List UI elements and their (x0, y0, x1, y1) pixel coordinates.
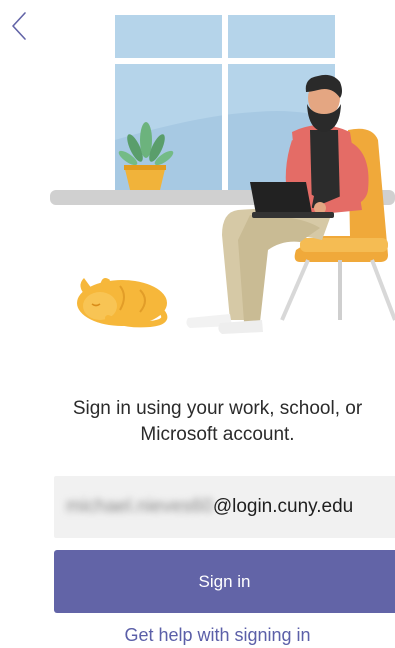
email-username: michael.nieves60 (66, 496, 213, 517)
sign-in-button[interactable]: Sign in (54, 550, 395, 613)
sign-in-button-label: Sign in (198, 571, 251, 591)
signin-heading: Sign in using your work, school, or Micr… (72, 398, 363, 445)
email-field[interactable]: michael.nieves60 @login.cuny.edu (54, 476, 395, 538)
help-signing-in-link[interactable]: Get help with signing in (40, 625, 395, 646)
welcome-illustration (0, 0, 395, 350)
email-domain: @login.cuny.edu (212, 496, 354, 517)
sleeping-cat-icon (77, 278, 168, 328)
